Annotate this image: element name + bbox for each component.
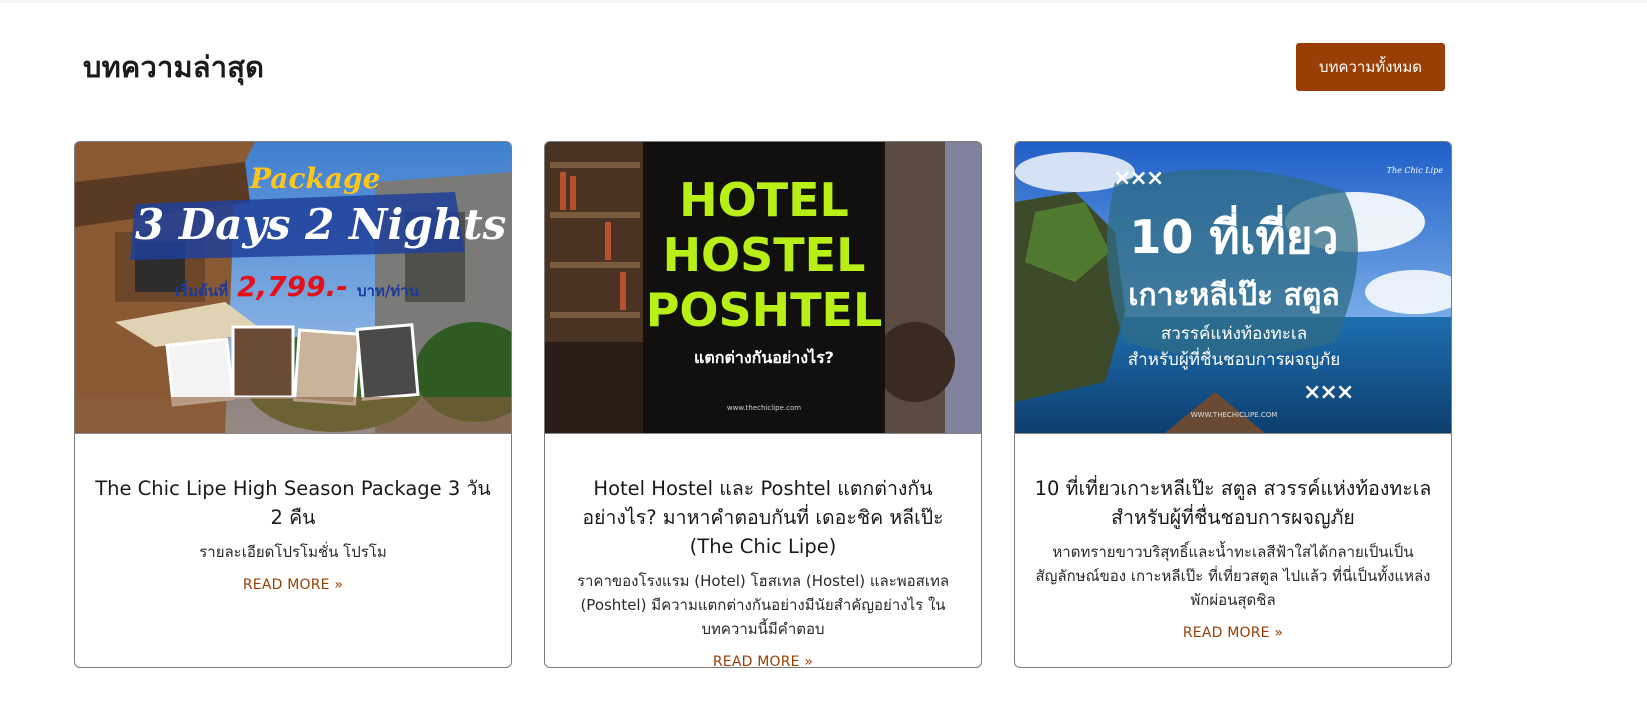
price-suffix: บาท/ท่าน xyxy=(356,282,419,300)
article-card: Package 3 Days 2 Nights เริ่มต้นที่ 2,79… xyxy=(74,141,512,668)
article-excerpt: หาดทรายขาวบริสุทธิ์และน้ำทะเลสีฟ้าใสได้ก… xyxy=(1035,543,1431,609)
article-title-link[interactable]: Hotel Hostel และ Poshtel แตกต่างกันอย่าง… xyxy=(582,477,943,558)
article-title: 10 ที่เที่ยวเกาะหลีเป๊ะ สตูล สวรรค์แห่งท… xyxy=(1031,474,1435,532)
hotel-line-1: HOTEL xyxy=(679,173,849,227)
price-prefix: เริ่มต้นที่ xyxy=(175,282,228,300)
price-row: เริ่มต้นที่ 2,799.- บาท/ท่าน xyxy=(175,270,419,303)
lipe-place: เกาะหลีเป๊ะ สตูล xyxy=(1128,278,1340,313)
article-thumbnail[interactable]: ××× The Chic Lipe 10 ที่เที่ยว เกาะหลีเป… xyxy=(1015,142,1451,434)
section-heading: บทความล่าสุด xyxy=(83,50,265,84)
article-title-link[interactable]: 10 ที่เที่ยวเกาะหลีเป๊ะ สตูล สวรรค์แห่งท… xyxy=(1035,477,1432,529)
article-card: ××× The Chic Lipe 10 ที่เที่ยว เกาะหลีเป… xyxy=(1014,141,1452,668)
hotel-website: www.thechiclipe.com xyxy=(726,404,802,412)
article-excerpt: ราคาของโรงแรม (Hotel) โฮสเทล (Hostel) แล… xyxy=(576,572,950,638)
package-script-title: Package xyxy=(250,162,381,195)
article-title: Hotel Hostel และ Poshtel แตกต่างกันอย่าง… xyxy=(561,474,965,561)
article-title-link[interactable]: The Chic Lipe High Season Package 3 วัน … xyxy=(95,477,491,529)
lipe-tagline-2: สำหรับผู้ที่ชื่นชอบการผจญภัย xyxy=(1127,350,1341,370)
lipe-marks-bottom: ××× xyxy=(1303,380,1354,405)
hotel-subtitle: แตกต่างกันอย่างไร? xyxy=(694,348,834,367)
article-excerpt: รายละเอียดโปรโมชั่น โปรโม xyxy=(199,543,387,561)
article-thumbnail[interactable]: HOTEL HOSTEL POSHTEL แตกต่างกันอย่างไร? … xyxy=(545,142,981,434)
lipe-brand: The Chic Lipe xyxy=(1386,166,1443,175)
article-card: HOTEL HOSTEL POSHTEL แตกต่างกันอย่างไร? … xyxy=(544,141,982,668)
article-thumbnail[interactable]: Package 3 Days 2 Nights เริ่มต้นที่ 2,79… xyxy=(75,142,511,434)
lipe-tagline-1: สวรรค์แห่งท้องทะเล xyxy=(1160,324,1308,344)
all-articles-button[interactable]: บทความทั้งหมด xyxy=(1296,43,1445,91)
read-more-link[interactable]: READ MORE » xyxy=(713,654,813,667)
card-body: 10 ที่เที่ยวเกาะหลีเป๊ะ สตูล สวรรค์แห่งท… xyxy=(1015,434,1451,641)
hotel-line-3: POSHTEL xyxy=(645,283,883,337)
read-more-link[interactable]: READ MORE » xyxy=(243,577,343,593)
read-more-link[interactable]: READ MORE » xyxy=(1183,625,1283,641)
lipe-website: WWW.THECHICLIPE.COM xyxy=(1190,411,1278,419)
article-title: The Chic Lipe High Season Package 3 วัน … xyxy=(91,474,495,532)
card-body: The Chic Lipe High Season Package 3 วัน … xyxy=(75,434,511,593)
hotel-line-2: HOSTEL xyxy=(662,228,866,282)
price-value: 2,799.- xyxy=(237,270,348,303)
top-divider xyxy=(0,0,1647,3)
lipe-marks-top: ××× xyxy=(1113,166,1164,191)
card-body: Hotel Hostel และ Poshtel แตกต่างกันอย่าง… xyxy=(545,434,981,667)
lipe-headline: 10 ที่เที่ยว xyxy=(1129,210,1339,264)
latest-articles-section: บทความล่าสุด บทความทั้งหมด Package 3 Day… xyxy=(0,0,1647,716)
package-headline: 3 Days 2 Nights xyxy=(135,200,507,249)
